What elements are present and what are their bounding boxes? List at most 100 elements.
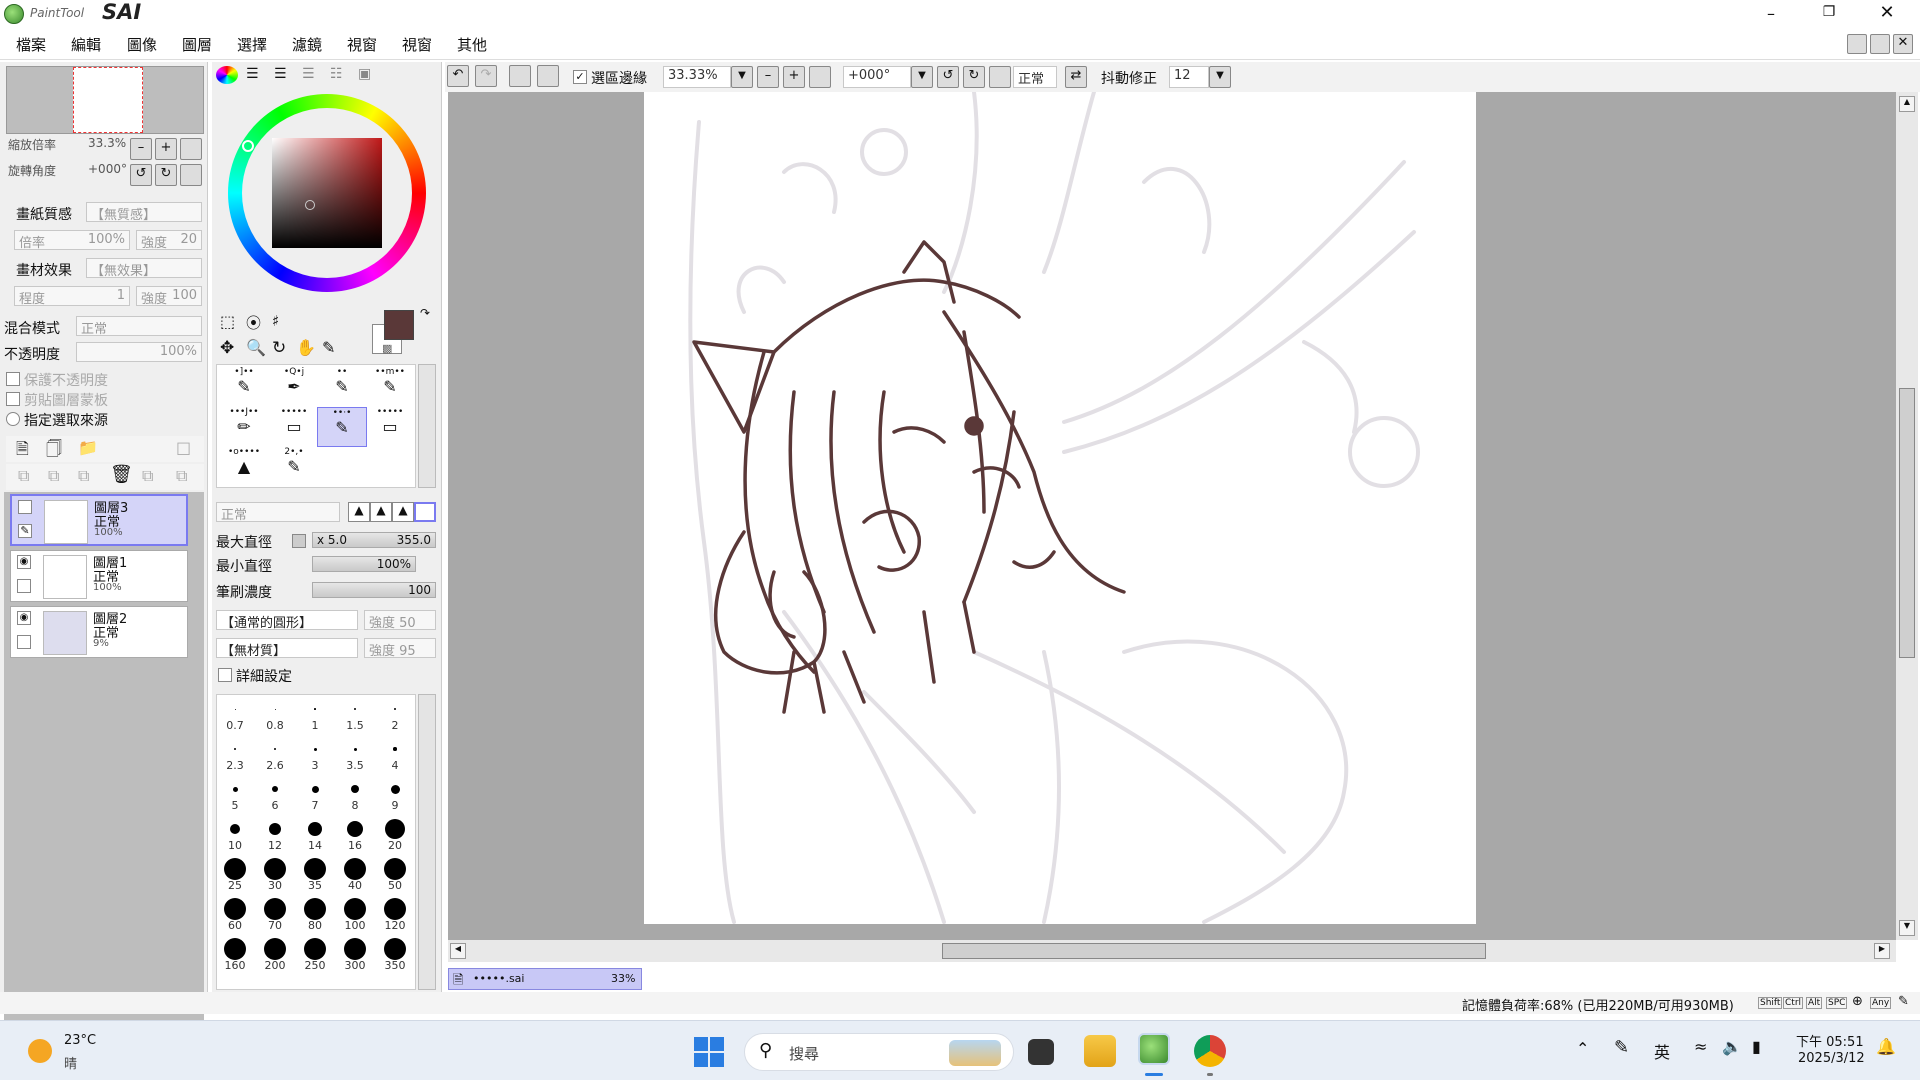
clip-group-checkbox[interactable] <box>6 392 20 406</box>
rect-select-icon[interactable]: ⬚ <box>220 312 235 331</box>
layer-visibility-toggle[interactable] <box>18 500 32 514</box>
brush-slot-9[interactable]: •o•••• ▲ <box>219 447 269 487</box>
new-folder-icon[interactable]: 📁 <box>78 438 98 457</box>
brush-shape-select[interactable]: 【通常的圓形】 <box>216 610 358 631</box>
blend-mode-select[interactable]: 正常 <box>76 316 202 337</box>
doc-minimize-button[interactable] <box>1847 34 1867 54</box>
size-palette-scrollbar[interactable] <box>418 694 436 990</box>
color-mixer-mode-icon[interactable]: ▣ <box>358 66 378 84</box>
brush-size-dot[interactable] <box>390 784 400 794</box>
taskbar-search-box[interactable]: ⚲ 搜尋 <box>744 1033 1014 1071</box>
minimize-button[interactable]: – <box>1756 4 1786 24</box>
brush-size-dot[interactable] <box>344 898 366 920</box>
menu-window[interactable]: 視窗 <box>402 34 432 55</box>
layer-lock-toggle[interactable] <box>17 579 31 593</box>
rgb-slider-mode-icon[interactable]: ☰ <box>246 66 266 84</box>
input-method[interactable]: 英 <box>1654 1039 1670 1063</box>
brush-size-dot[interactable] <box>311 785 319 793</box>
view-mode-select[interactable]: 正常 <box>1013 66 1057 88</box>
brush-size-dot[interactable] <box>304 938 326 960</box>
brush-texture-select[interactable]: 【無材質】 <box>216 638 358 659</box>
flip-view-button[interactable]: ⇄ <box>1065 66 1087 88</box>
hsv-slider-mode-icon[interactable]: ☰ <box>274 66 294 84</box>
doc-restore-button[interactable] <box>1870 34 1890 54</box>
vertical-scrollbar[interactable]: ▲ ▼ <box>1896 92 1918 940</box>
clock-date[interactable]: 2025/3/12 <box>1798 1051 1865 1066</box>
brush-size-dot[interactable] <box>272 786 278 792</box>
merge-visible-icon[interactable]: ⧉ <box>142 466 153 486</box>
brush-shape-soft-icon[interactable]: ▲ <box>392 502 414 522</box>
transparent-color-icon[interactable]: ▩ <box>382 342 392 355</box>
brush-size-dot[interactable] <box>274 708 276 710</box>
brush-size-dot[interactable] <box>353 747 357 751</box>
toolbar-zoom-reset-button[interactable] <box>809 66 831 88</box>
color-wheel-mode-icon[interactable] <box>216 66 238 84</box>
paper-effect-select[interactable]: 【無效果】 <box>86 258 202 279</box>
brush-grid-scrollbar[interactable] <box>418 364 436 488</box>
brush-size-dot[interactable] <box>264 938 286 960</box>
rotate-view-icon[interactable]: ↻ <box>272 338 286 358</box>
redo-button[interactable]: ↷ <box>475 65 497 87</box>
brush-size-dot[interactable] <box>344 858 366 880</box>
toolbar-rotate-ccw-button[interactable]: ↺ <box>937 66 959 88</box>
brush-size-dot[interactable] <box>224 858 246 880</box>
brush-slot-3[interactable]: •• ✎ <box>317 367 367 407</box>
painttool-sai-taskbar-icon[interactable] <box>1138 1033 1170 1065</box>
max-size-slider[interactable]: x 5.0 355.0 <box>312 532 436 548</box>
horizontal-scrollbar[interactable]: ◀ ▶ <box>448 940 1896 962</box>
min-size-slider[interactable]: 100% <box>312 556 416 572</box>
new-layer-icon[interactable]: 🗎 <box>16 438 29 465</box>
battery-icon[interactable]: ▮ <box>1752 1037 1761 1056</box>
wifi-icon[interactable]: ≈ <box>1694 1037 1707 1056</box>
menu-image[interactable]: 圖像 <box>127 34 157 55</box>
brush-shape-flat-icon[interactable] <box>414 502 436 522</box>
brush-size-dot[interactable] <box>314 708 316 710</box>
brush-size-dot[interactable] <box>224 938 246 960</box>
rotate-dropdown-button[interactable]: ▼ <box>911 66 933 88</box>
doc-close-button[interactable]: ✕ <box>1893 34 1913 54</box>
document-tab[interactable]: 🗎 •••••.sai 33% <box>448 968 642 990</box>
toolbar-zoom-in-button[interactable]: + <box>783 66 805 88</box>
scroll-up-arrow-icon[interactable]: ▲ <box>1899 96 1915 112</box>
delete-layer-icon[interactable]: 🗑 <box>110 464 133 485</box>
swatches-mode-icon[interactable]: ☰ <box>302 66 322 84</box>
windows-start-icon[interactable] <box>694 1037 724 1067</box>
rotate-select[interactable]: +000° <box>843 66 911 88</box>
scroll-down-arrow-icon[interactable]: ▼ <box>1899 920 1915 936</box>
task-view-icon[interactable] <box>1028 1039 1054 1065</box>
layer-lock-toggle[interactable] <box>17 635 31 649</box>
primary-color-swatch[interactable] <box>384 310 414 340</box>
brush-size-dot[interactable] <box>264 898 286 920</box>
brush-size-dot[interactable] <box>384 858 406 880</box>
zoom-reset-button[interactable] <box>180 138 202 160</box>
shape-strength-field[interactable]: 強度 50 <box>364 610 436 631</box>
layer-row-3[interactable]: ✎ 圖層3 正常 100% <box>10 494 188 546</box>
clear-layer-icon[interactable]: ⧉ <box>78 466 89 486</box>
brush-size-dot[interactable] <box>393 747 397 751</box>
brush-shape-hard-icon[interactable]: ▲ <box>348 502 370 522</box>
effect-degree-field[interactable]: 程度 1 <box>14 286 130 307</box>
brush-size-dot[interactable] <box>233 747 237 751</box>
zoom-icon[interactable]: 🔍 <box>246 338 266 357</box>
color-wheel[interactable] <box>228 94 426 292</box>
canvas-paper[interactable] <box>644 90 1476 924</box>
file-explorer-icon[interactable] <box>1084 1035 1116 1067</box>
menu-view[interactable]: 視窗 <box>347 34 377 55</box>
menu-edit[interactable]: 編輯 <box>71 34 101 55</box>
restore-button[interactable]: ❐ <box>1814 4 1844 24</box>
brush-size-dot[interactable] <box>351 785 359 793</box>
brush-size-dot[interactable] <box>354 708 356 710</box>
menu-layer[interactable]: 圖層 <box>182 34 212 55</box>
brush-size-dot[interactable] <box>313 747 317 751</box>
brush-size-dot[interactable] <box>264 858 286 880</box>
pen-icon[interactable]: ✎ <box>18 524 32 538</box>
brush-size-dot[interactable] <box>385 819 405 839</box>
vertical-scroll-thumb[interactable] <box>1899 388 1915 658</box>
menu-other[interactable]: 其他 <box>457 34 487 55</box>
scroll-right-arrow-icon[interactable]: ▶ <box>1874 943 1890 959</box>
brush-size-dot[interactable] <box>269 823 281 835</box>
eyedropper-icon[interactable]: ✎ <box>322 338 335 357</box>
brush-slot-2[interactable]: •Q•j ✒ <box>269 367 319 407</box>
undo-button[interactable]: ↶ <box>447 65 469 87</box>
toolbar-zoom-out-button[interactable]: – <box>757 66 779 88</box>
